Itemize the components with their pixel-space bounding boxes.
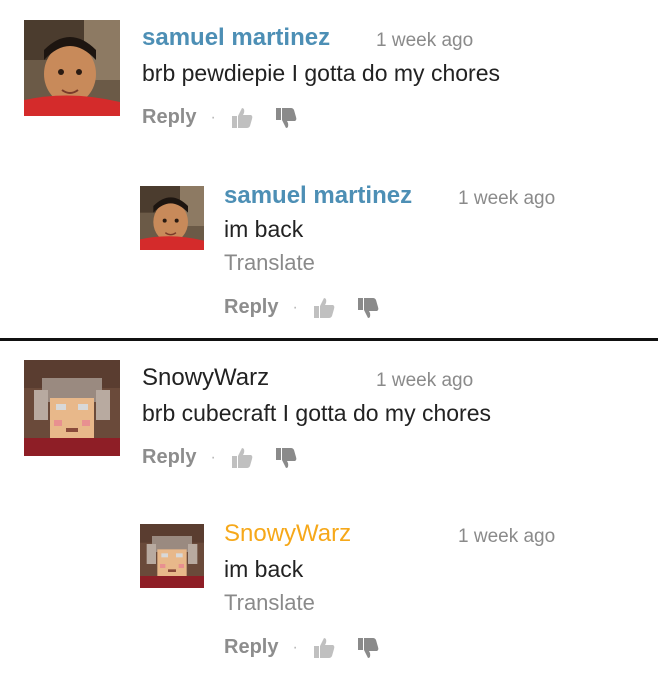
timestamp[interactable]: 1 week ago bbox=[458, 188, 555, 210]
reply-comment: SnowyWarz 1 week ago im back Translate R… bbox=[0, 496, 658, 680]
thumbs-down-icon[interactable] bbox=[274, 447, 298, 469]
timestamp[interactable]: 1 week ago bbox=[376, 30, 473, 52]
author-name[interactable]: samuel martinez bbox=[142, 24, 330, 51]
comment: samuel martinez 1 week ago brb pewdiepie… bbox=[0, 0, 658, 150]
avatar[interactable] bbox=[24, 20, 120, 116]
boy-avatar-image bbox=[24, 20, 120, 116]
thumbs-down-icon[interactable] bbox=[274, 107, 298, 129]
thumbs-up-icon[interactable] bbox=[312, 637, 336, 659]
comment-text: brb cubecraft I gotta do my chores bbox=[142, 400, 492, 426]
comment-text: im back bbox=[224, 216, 304, 242]
separator-dot: · bbox=[292, 638, 298, 656]
reply-comment: samuel martinez 1 week ago im back Trans… bbox=[0, 150, 658, 338]
thumbs-down-icon[interactable] bbox=[356, 297, 380, 319]
avatar[interactable] bbox=[140, 186, 204, 250]
author-name[interactable]: SnowyWarz bbox=[142, 364, 269, 391]
timestamp[interactable]: 1 week ago bbox=[376, 370, 473, 392]
comment-actions: Reply · bbox=[224, 296, 400, 319]
reply-button[interactable]: Reply bbox=[224, 636, 278, 659]
comment-actions: Reply · bbox=[142, 446, 318, 469]
comment-thread-1: samuel martinez 1 week ago brb pewdiepie… bbox=[0, 0, 658, 338]
blocky-character-avatar-image bbox=[24, 360, 120, 456]
separator-dot: · bbox=[210, 448, 216, 466]
thumbs-down-icon[interactable] bbox=[356, 637, 380, 659]
comment-header: samuel martinez bbox=[224, 182, 412, 210]
translate-link[interactable]: Translate bbox=[224, 250, 315, 276]
avatar[interactable] bbox=[140, 524, 204, 588]
blocky-character-avatar-image bbox=[140, 524, 204, 588]
comment-text: brb pewdiepie I gotta do my chores bbox=[142, 60, 500, 86]
author-name[interactable]: samuel martinez bbox=[224, 182, 412, 209]
reply-button[interactable]: Reply bbox=[142, 106, 196, 129]
reply-button[interactable]: Reply bbox=[224, 296, 278, 319]
screenshot-divider bbox=[0, 338, 658, 346]
translate-link[interactable]: Translate bbox=[224, 590, 315, 616]
thumbs-up-icon[interactable] bbox=[230, 447, 254, 469]
reply-button[interactable]: Reply bbox=[142, 446, 196, 469]
avatar[interactable] bbox=[24, 360, 120, 456]
author-name[interactable]: SnowyWarz bbox=[224, 520, 351, 547]
thumbs-up-icon[interactable] bbox=[230, 107, 254, 129]
comment-header: SnowyWarz bbox=[224, 520, 351, 548]
separator-dot: · bbox=[292, 298, 298, 316]
thumbs-up-icon[interactable] bbox=[312, 297, 336, 319]
timestamp[interactable]: 1 week ago bbox=[458, 526, 555, 548]
boy-avatar-image bbox=[140, 186, 204, 250]
comment-header: samuel martinez bbox=[142, 24, 330, 52]
comment: SnowyWarz 1 week ago brb cubecraft I got… bbox=[0, 346, 658, 496]
comment-actions: Reply · bbox=[224, 636, 400, 659]
comment-thread-2: SnowyWarz 1 week ago brb cubecraft I got… bbox=[0, 346, 658, 680]
separator-dot: · bbox=[210, 108, 216, 126]
comment-header: SnowyWarz bbox=[142, 364, 269, 392]
comment-actions: Reply · bbox=[142, 106, 318, 129]
comment-text: im back bbox=[224, 556, 304, 582]
